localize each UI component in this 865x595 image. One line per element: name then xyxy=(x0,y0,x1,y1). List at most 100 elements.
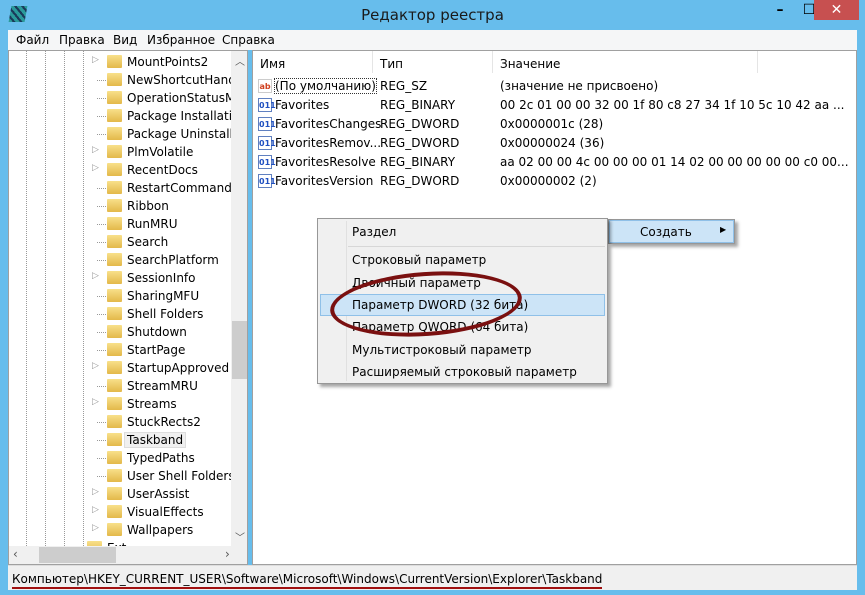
tree-connector xyxy=(97,188,106,189)
tree-item[interactable]: ▷ MountPoints2 xyxy=(9,53,231,71)
tree-connector xyxy=(97,314,106,315)
menu-item-expandable-string-value[interactable]: Расширяемый строковый параметр xyxy=(352,365,577,379)
tree-item-label: StartupApproved xyxy=(127,361,230,375)
binary-value-icon: 011 xyxy=(258,98,276,112)
column-header-value[interactable]: Значение xyxy=(493,51,758,73)
tree-item[interactable]: RunMRU xyxy=(9,215,231,233)
tree-item[interactable]: Shutdown xyxy=(9,323,231,341)
expand-arrow-icon[interactable]: ▷ xyxy=(92,505,99,515)
expand-arrow-icon[interactable]: ▷ xyxy=(92,163,99,173)
menu-file[interactable]: Файл xyxy=(16,33,49,47)
folder-icon xyxy=(107,307,122,320)
tree-item[interactable]: ▷ Wallpapers xyxy=(9,521,231,539)
tree-connector xyxy=(97,260,106,261)
scroll-down-icon[interactable]: ﹀ xyxy=(235,529,245,544)
tree-item[interactable]: TypedPaths xyxy=(9,449,231,467)
tree-item-label: Taskband xyxy=(123,432,187,448)
tree-item[interactable]: ▷ Streams xyxy=(9,395,231,413)
menu-item-key[interactable]: Раздел xyxy=(352,225,396,239)
table-row[interactable]: 011 FavoritesResolve REG_BINARY aa 02 00 00… xyxy=(253,153,853,172)
expand-arrow-icon[interactable]: ▷ xyxy=(92,523,99,533)
expand-arrow-icon[interactable]: ▷ xyxy=(92,361,99,371)
tree-item[interactable]: Shell Folders xyxy=(9,305,231,323)
tree-item-label: SearchPlatform xyxy=(127,253,219,267)
scroll-thumb[interactable] xyxy=(232,321,247,379)
table-row[interactable]: 011 FavoritesRemov... REG_DWORD 0x00000024 … xyxy=(253,134,853,153)
menu-edit[interactable]: Правка xyxy=(59,33,105,47)
tree-item[interactable]: StreamMRU xyxy=(9,377,231,395)
scroll-up-icon[interactable]: ︿ xyxy=(235,53,245,68)
menu-item-string-value[interactable]: Строковый параметр xyxy=(352,253,486,267)
menu-separator xyxy=(348,246,605,247)
create-label: Создать xyxy=(640,225,692,239)
column-header-type[interactable]: Тип xyxy=(373,51,493,73)
tree-item-label: Search xyxy=(127,235,169,249)
tree-item[interactable]: User Shell Folders xyxy=(9,467,235,485)
tree-item[interactable]: ▷ PlmVolatile xyxy=(9,143,231,161)
tree-connector xyxy=(97,296,106,297)
table-row[interactable]: ab (По умолчанию) REG_SZ (значение не присв… xyxy=(253,77,853,96)
folder-icon xyxy=(107,379,122,392)
tree-item-label: StartPage xyxy=(127,343,186,357)
tree-item[interactable]: Package Installation xyxy=(9,107,247,125)
minimize-button[interactable]: – xyxy=(766,0,794,20)
tree-item-label: PlmVolatile xyxy=(127,145,194,159)
folder-icon xyxy=(107,343,122,356)
scroll-right-icon[interactable]: › xyxy=(225,547,230,561)
value-data: (значение не присвоено) xyxy=(500,79,659,93)
value-data: 0x00000002 (2) xyxy=(500,174,597,188)
tree-item[interactable]: Search xyxy=(9,233,231,251)
tree-item[interactable]: ▷ UserAssist xyxy=(9,485,231,503)
tree-item-label: RunMRU xyxy=(127,217,178,231)
menu-bar: Файл Правка Вид Избранное Справка xyxy=(8,30,857,50)
table-row[interactable]: 011 FavoritesVersion REG_DWORD 0x00000002 (… xyxy=(253,172,853,191)
scroll-left-icon[interactable]: ‹ xyxy=(13,547,18,561)
menu-item-multistring-value[interactable]: Мультистроковый параметр xyxy=(352,343,532,357)
tree-item[interactable]: ▷ SessionInfo xyxy=(9,269,231,287)
table-row[interactable]: 011 Favorites REG_BINARY 00 2c 01 00 00 32 … xyxy=(253,96,853,115)
tree-item[interactable]: NewShortcutHandle xyxy=(9,71,247,89)
value-type: REG_BINARY xyxy=(380,155,456,169)
menu-view[interactable]: Вид xyxy=(113,33,137,47)
tree-item[interactable]: SharingMFU xyxy=(9,287,231,305)
tree-item-label: MountPoints2 xyxy=(127,55,209,69)
expand-arrow-icon[interactable]: ▷ xyxy=(92,487,99,497)
tree-horizontal-scrollbar[interactable]: ‹ › xyxy=(9,546,247,564)
folder-icon xyxy=(107,325,122,338)
value-name: FavoritesRemov... xyxy=(275,136,382,150)
folder-icon xyxy=(107,217,122,230)
folder-icon xyxy=(107,487,122,500)
tree-item[interactable]: Taskband xyxy=(9,431,231,449)
folder-icon xyxy=(107,415,122,428)
menu-item-create[interactable]: Создать ▶ xyxy=(609,220,734,243)
tree-item[interactable]: Package Uninstallat xyxy=(9,125,245,143)
menu-help[interactable]: Справка xyxy=(222,33,275,47)
menu-favorites[interactable]: Избранное xyxy=(147,33,215,47)
folder-icon xyxy=(107,271,122,284)
tree-item[interactable]: OperationStatusMa xyxy=(9,89,243,107)
expand-arrow-icon[interactable]: ▷ xyxy=(92,271,99,281)
tree-connector xyxy=(97,80,106,81)
binary-value-icon: 011 xyxy=(258,155,276,169)
table-row[interactable]: 011 FavoritesChanges REG_DWORD 0x0000001c (… xyxy=(253,115,853,134)
column-header-name[interactable]: Имя xyxy=(253,51,373,73)
folder-icon xyxy=(107,91,122,104)
title-bar: Редактор реестра – ☐ ✕ xyxy=(0,0,865,30)
tree-item[interactable]: ▷ RecentDocs xyxy=(9,161,231,179)
expand-arrow-icon[interactable]: ▷ xyxy=(92,145,99,155)
expand-arrow-icon[interactable]: ▷ xyxy=(92,397,99,407)
folder-icon xyxy=(107,145,122,158)
tree-item[interactable]: ▷ VisualEffects xyxy=(9,503,231,521)
expand-arrow-icon[interactable]: ▷ xyxy=(92,55,99,65)
tree-connector xyxy=(97,98,106,99)
tree-item[interactable]: StartPage xyxy=(9,341,231,359)
close-button[interactable]: ✕ xyxy=(814,0,859,20)
tree-vertical-scrollbar[interactable]: ︿ ﹀ xyxy=(231,51,247,546)
tree-item[interactable]: StuckRects2 xyxy=(9,413,231,431)
tree-item[interactable]: Ribbon xyxy=(9,197,231,215)
tree-item[interactable]: ▷ StartupApproved xyxy=(9,359,231,377)
tree-item[interactable]: SearchPlatform xyxy=(9,251,231,269)
submenu-create: Создать ▶ xyxy=(608,219,735,244)
h-scroll-thumb[interactable] xyxy=(39,547,116,563)
tree-item[interactable]: RestartCommands xyxy=(9,179,238,197)
